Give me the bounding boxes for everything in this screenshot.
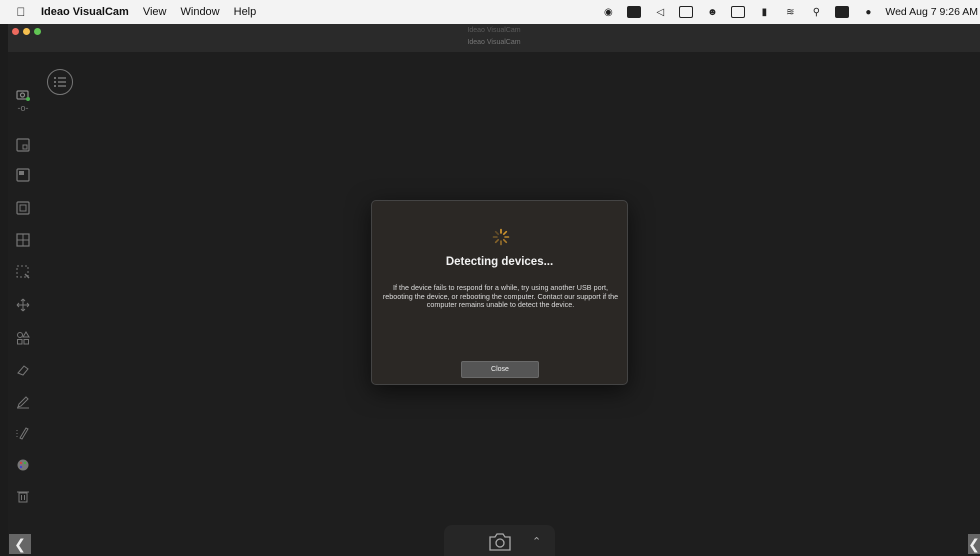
trash-icon[interactable] xyxy=(15,488,31,504)
loading-spinner-icon xyxy=(492,228,510,246)
chevron-left-icon: ❮ xyxy=(14,535,26,552)
siri-icon[interactable]: ● xyxy=(858,4,878,20)
picture-in-picture-icon[interactable] xyxy=(15,137,31,153)
app-menu[interactable]: Ideao VisualCam xyxy=(34,6,136,18)
chevron-left-icon: ❮ xyxy=(968,535,980,552)
camera-capture-icon[interactable] xyxy=(488,533,512,551)
grid-view-icon[interactable] xyxy=(15,232,31,248)
window-titlebar: Ideao VisualCam Ideao VisualCam xyxy=(8,24,980,52)
highlighter-icon[interactable] xyxy=(15,425,31,441)
shapes-icon[interactable] xyxy=(15,330,31,346)
camera-status-icon[interactable]: ◉ xyxy=(598,4,618,20)
move-icon[interactable] xyxy=(15,297,31,313)
single-view-icon[interactable] xyxy=(15,167,31,183)
dialog-title: Detecting devices... xyxy=(445,256,554,268)
focus-icon[interactable] xyxy=(15,200,31,216)
clipboard-icon[interactable] xyxy=(676,4,696,20)
crop-icon[interactable] xyxy=(15,264,31,280)
input-source-icon[interactable] xyxy=(728,4,748,20)
left-toolbar: -o- xyxy=(8,52,38,556)
help-menu[interactable]: Help xyxy=(227,6,264,18)
user-status-icon[interactable]: ☻ xyxy=(702,4,722,20)
menu-bar:  Ideao VisualCam View Window Help ◉ ◁ ☻… xyxy=(0,0,980,24)
close-button[interactable]: Close xyxy=(461,361,539,378)
dialog-message: If the device fails to respond for a whi… xyxy=(382,283,619,310)
list-menu-button[interactable] xyxy=(47,69,73,95)
list-icon xyxy=(54,77,66,87)
detecting-devices-dialog: Detecting devices... If the device fails… xyxy=(371,200,628,385)
collapse-left-button[interactable]: ❮ xyxy=(9,534,31,554)
control-center-icon[interactable] xyxy=(832,4,852,20)
spotlight-search-icon[interactable]: ⚲ xyxy=(806,4,826,20)
battery-icon[interactable]: ▮ xyxy=(754,4,774,20)
volume-icon[interactable]: ◁ xyxy=(650,4,670,20)
window-menu[interactable]: Window xyxy=(174,6,227,18)
pen-icon[interactable] xyxy=(15,394,31,410)
window-subtitle: Ideao VisualCam xyxy=(467,39,521,46)
chevron-up-icon[interactable]: ⌃ xyxy=(532,535,541,548)
display-status-icon[interactable] xyxy=(624,4,644,20)
apple-menu-icon[interactable]:  xyxy=(8,5,34,19)
slider-icon[interactable]: -o- xyxy=(15,100,31,116)
status-area: ◉ ◁ ☻ ▮ ≋ ⚲ ● Wed Aug 7 9:26 AM xyxy=(595,0,980,24)
window-title: Ideao VisualCam xyxy=(467,27,521,34)
capture-bar: ⌃ xyxy=(444,525,555,556)
menu-clock[interactable]: Wed Aug 7 9:26 AM xyxy=(885,6,978,18)
wifi-icon[interactable]: ≋ xyxy=(780,4,800,20)
color-palette-icon[interactable] xyxy=(15,457,31,473)
view-menu[interactable]: View xyxy=(136,6,174,18)
eraser-icon[interactable] xyxy=(15,362,31,378)
collapse-right-button[interactable]: ❮ xyxy=(968,534,980,554)
